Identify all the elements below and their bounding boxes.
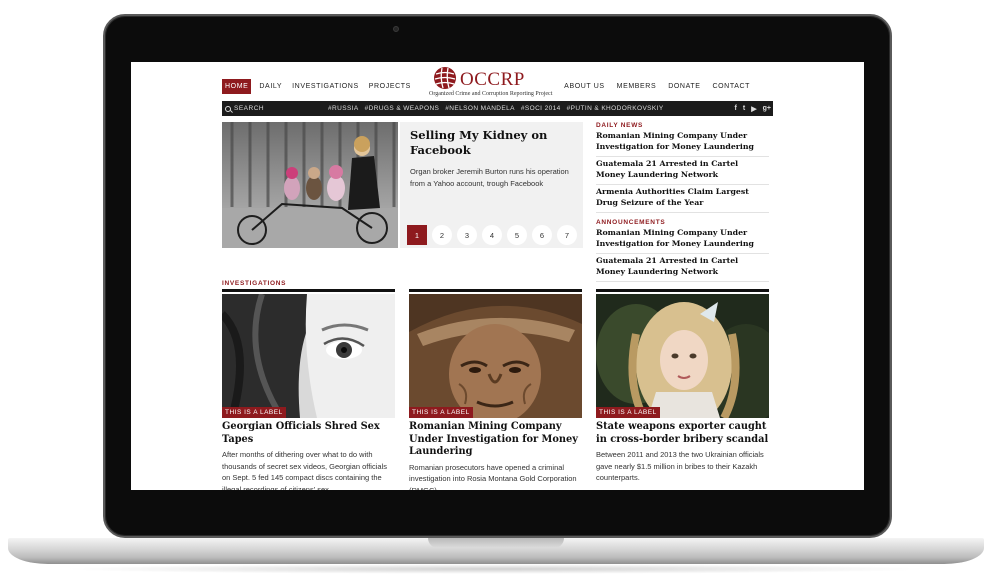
investigations-label: INVESTIGATIONS	[222, 280, 287, 287]
secondary-nav: About Us Members Donate Contact	[562, 78, 752, 94]
news-sidebar: DAILY NEWS Romanian Mining Company Under…	[596, 122, 769, 282]
card-excerpt: Between 2011 and 2013 the two Ukrainian …	[596, 450, 764, 482]
announcement-item[interactable]: Romanian Mining Company Under Investigat…	[596, 226, 769, 254]
card-title[interactable]: State weapons exporter caught in cross-b…	[596, 421, 769, 446]
trending-tags: #RUSSIA #DRUGS & WEAPONS #NELSON MANDELA…	[328, 105, 664, 112]
card-rule	[222, 289, 395, 292]
logo-wordmark: OCCRP	[460, 69, 525, 90]
announcement-item[interactable]: Guatemala 21 Arrested in Cartel Money La…	[596, 254, 769, 282]
tag-link[interactable]: #SOCI 2014	[521, 105, 561, 112]
tag-bar: SEARCH #RUSSIA #DRUGS & WEAPONS #NELSON …	[222, 101, 773, 116]
tag-link[interactable]: #NELSON MANDELA	[445, 105, 515, 112]
slider-pagination: 1 2 3 4 5 6 7	[407, 225, 577, 245]
card-excerpt: Romanian prosecutors have opened a crimi…	[409, 462, 577, 491]
investigation-card[interactable]: THIS IS A LABEL State weapons exporter c…	[596, 289, 769, 484]
card-image[interactable]: THIS IS A LABEL	[409, 294, 582, 418]
news-item[interactable]: Armenia Authorities Claim Largest Drug S…	[596, 185, 769, 213]
elderly-woman-photo	[409, 294, 582, 418]
page-dot-3[interactable]: 3	[457, 225, 477, 245]
page-dot-7[interactable]: 7	[557, 225, 577, 245]
logo-subtitle: Organized Crime and Corruption Reporting…	[429, 91, 553, 97]
tag-link[interactable]: #RUSSIA	[328, 105, 359, 112]
laptop-notch	[428, 538, 564, 548]
woman-eye-photo	[222, 294, 395, 418]
card-title[interactable]: Romanian Mining Company Under Investigat…	[409, 421, 582, 459]
twitter-icon[interactable]: t	[743, 105, 745, 112]
nav-donate[interactable]: Donate	[666, 80, 702, 93]
card-label-badge: THIS IS A LABEL	[222, 407, 286, 418]
page-dot-4[interactable]: 4	[482, 225, 502, 245]
search-icon	[225, 105, 231, 112]
card-label-badge: THIS IS A LABEL	[596, 407, 660, 418]
facebook-icon[interactable]: f	[735, 105, 737, 112]
card-image[interactable]: THIS IS A LABEL	[222, 294, 395, 418]
site-logo[interactable]: OCCRP Organized Crime and Corruption Rep…	[429, 66, 557, 102]
site-content: Home Daily Investigations Projects OCCRP…	[222, 62, 774, 490]
investigation-card[interactable]: THIS IS A LABEL Georgian Officials Shred…	[222, 289, 395, 490]
card-excerpt: After months of dithering over what to d…	[222, 450, 387, 490]
nav-about-us[interactable]: About Us	[562, 80, 606, 93]
daily-news-label: DAILY NEWS	[596, 122, 644, 129]
card-label-badge: THIS IS A LABEL	[409, 407, 473, 418]
camera-icon	[393, 26, 399, 32]
page-dot-1[interactable]: 1	[407, 225, 427, 245]
announcements-label: ANNOUNCEMENTS	[596, 219, 666, 226]
card-rule	[596, 289, 769, 292]
laptop-shadow	[60, 564, 932, 574]
nav-members[interactable]: Members	[615, 80, 659, 93]
nav-daily[interactable]: Daily	[257, 80, 284, 93]
nav-projects[interactable]: Projects	[367, 80, 413, 93]
tag-link[interactable]: #DRUGS & WEAPONS	[365, 105, 440, 112]
nav-home[interactable]: Home	[222, 78, 252, 94]
feature-panel: Selling My Kidney on Facebook Organ brok…	[400, 122, 583, 248]
page-dot-5[interactable]: 5	[507, 225, 527, 245]
search-label: SEARCH	[234, 105, 265, 112]
news-item[interactable]: Guatemala 21 Arrested in Cartel Money La…	[596, 157, 769, 185]
globe-icon	[434, 67, 456, 89]
page-dot-6[interactable]: 6	[532, 225, 552, 245]
feature-image[interactable]	[222, 122, 398, 248]
nav-contact[interactable]: Contact	[710, 80, 752, 93]
card-title[interactable]: Georgian Officials Shred Sex Tapes	[222, 421, 395, 446]
page-dot-2[interactable]: 2	[432, 225, 452, 245]
girl-portrait-photo	[596, 294, 769, 418]
family-bicycle-photo	[222, 122, 398, 248]
nav-investigations[interactable]: Investigations	[290, 80, 361, 93]
feature-title[interactable]: Selling My Kidney on Facebook	[410, 128, 574, 158]
youtube-icon[interactable]: ▶	[751, 105, 756, 113]
main-nav: Home Daily Investigations Projects	[222, 78, 413, 94]
search-button[interactable]: SEARCH	[222, 105, 328, 112]
social-links: f t ▶ g+	[735, 101, 771, 116]
card-image[interactable]: THIS IS A LABEL	[596, 294, 769, 418]
card-rule	[409, 289, 582, 292]
tag-link[interactable]: #PUTIN & KHODORKOVSKIY	[567, 105, 664, 112]
laptop-screen: Home Daily Investigations Projects OCCRP…	[131, 62, 864, 490]
news-item[interactable]: Romanian Mining Company Under Investigat…	[596, 129, 769, 157]
feature-summary: Organ broker Jeremih Burton runs his ope…	[410, 167, 569, 188]
google-plus-icon[interactable]: g+	[763, 105, 771, 112]
investigation-card[interactable]: THIS IS A LABEL Romanian Mining Company …	[409, 289, 582, 490]
